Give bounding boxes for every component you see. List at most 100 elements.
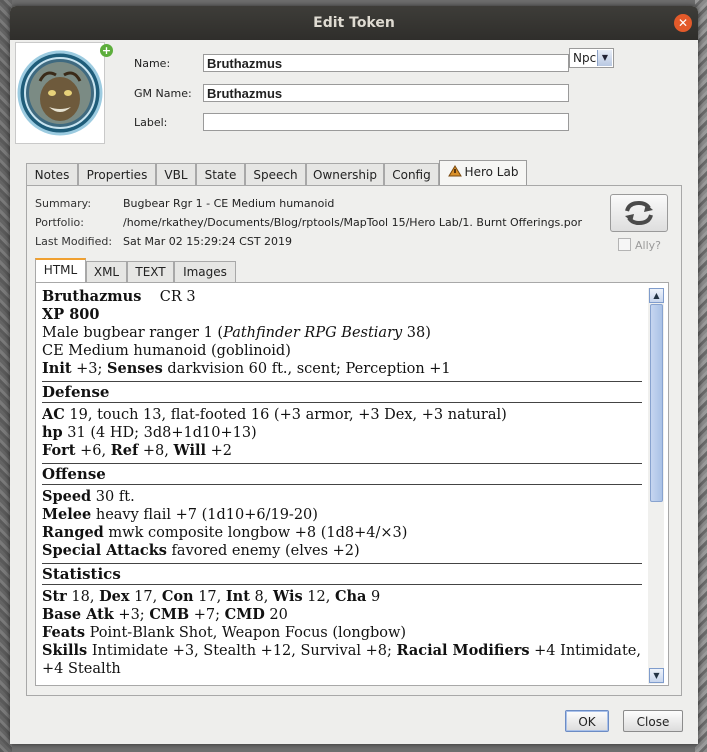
ok-button[interactable]: OK [565,710,609,732]
close-window-icon[interactable]: ✕ [674,14,692,32]
cmb-value: +7; [189,607,225,623]
token-portrait[interactable] [15,42,105,144]
token-type-select[interactable]: Npc ▼ [569,48,614,68]
portfolio-label: Portfolio: [35,216,84,229]
subtab-images[interactable]: Images [174,261,236,282]
tab-vbl[interactable]: VBL [156,163,196,185]
tab-ownership[interactable]: Ownership [306,163,384,185]
refresh-button[interactable] [610,194,668,232]
name-field[interactable]: Bruthazmus [203,54,569,72]
warning-triangle-icon [447,165,462,177]
cmd-value: 20 [264,607,288,623]
scroll-thumb[interactable] [650,304,663,502]
special-attacks-value: favored enemy (elves +2) [166,543,360,559]
refresh-arrows-icon [625,200,653,226]
scroll-up-icon[interactable]: ▲ [649,288,664,303]
tab-hero-lab[interactable]: Hero Lab [439,160,527,185]
speed-label: Speed [42,488,92,505]
subtab-text[interactable]: TEXT [127,261,174,282]
hp-value: 31 (4 HD; 3d8+1d10+13) [62,425,257,441]
statblock-init-line: Init +3; Senses darkvision 60 ft., scent… [42,360,642,378]
tab-config[interactable]: Config [384,163,439,185]
creature-name: Bruthazmus [42,288,142,305]
skills-value: Intimidate +3, Stealth +12, Survival +8; [87,643,397,659]
wis-label: Wis [272,588,303,605]
ally-label: Ally? [635,239,661,252]
tab-properties[interactable]: Properties [78,163,156,185]
name-label: Name: [134,57,171,70]
race-text: Male bugbear ranger 1 ( [42,325,224,341]
ally-checkbox-box[interactable] [618,238,631,251]
tab-hero-lab-label: Hero Lab [464,165,519,179]
subtab-html[interactable]: HTML [35,258,86,282]
statblock-scrollbar[interactable]: ▲ ▼ [648,288,664,684]
token-type-value: Npc [573,51,597,65]
tab-notes[interactable]: Notes [26,163,78,185]
creature-cr: CR 3 [159,289,196,305]
chevron-down-icon[interactable]: ▼ [597,50,612,66]
statblock-hp-line: hp 31 (4 HD; 3d8+1d10+13) [42,424,642,442]
statblock-html-view[interactable]: Bruthazmus CR 3 XP 800 Male bugbear rang… [42,288,642,684]
feats-value: Point-Blank Shot, Weapon Focus (longbow) [84,625,407,641]
last-modified-value: Sat Mar 02 15:29:24 CST 2019 [123,235,293,248]
fort-value: +6, [75,443,111,459]
will-value: +2 [206,443,232,459]
statblock-saves-line: Fort +6, Ref +8, Will +2 [42,442,642,460]
racial-modifiers-value: +4 Intimidate, [529,643,641,659]
melee-value: heavy flail +7 (1d10+6/19-20) [91,507,318,523]
ac-label: AC [42,406,65,423]
cmb-label: CMB [149,606,190,623]
statblock-ranged-line: Ranged mwk composite longbow +8 (1d8+4/×… [42,524,642,542]
title-bar: Edit Token ✕ [10,6,698,40]
ref-label: Ref [110,442,139,459]
offense-header: Offense [42,463,642,485]
defense-header: Defense [42,381,642,403]
statblock-skills-line: Skills Intimidate +3, Stealth +12, Survi… [42,642,642,660]
bab-label: Base Atk [42,606,114,623]
race-page: 38) [402,325,431,341]
ranged-value: mwk composite longbow +8 (1d8+4/×3) [103,525,408,541]
cha-value: 9 [366,589,381,605]
init-value: +3; [71,361,108,377]
close-button[interactable]: Close [623,710,683,732]
int-value: 8, [249,589,273,605]
statblock-abilities-line: Str 18, Dex 17, Con 17, Int 8, Wis 12, C… [42,588,642,606]
wis-value: 12, [302,589,335,605]
fort-label: Fort [42,442,76,459]
scroll-down-icon[interactable]: ▼ [649,668,664,683]
statistics-header: Statistics [42,563,642,585]
gm-name-label: GM Name: [134,87,192,100]
statblock-skills-continued: +4 Stealth [42,661,121,677]
tab-speech[interactable]: Speech [245,163,306,185]
str-label: Str [42,588,67,605]
subtab-xml[interactable]: XML [86,261,127,282]
statblock-name-line: Bruthazmus CR 3 [42,288,642,306]
gm-name-field[interactable]: Bruthazmus [203,84,569,102]
feats-label: Feats [42,624,85,641]
cha-label: Cha [334,588,367,605]
statblock-xp-line: XP 800 [42,306,642,324]
statblock-speed-line: Speed 30 ft. [42,488,642,506]
ranged-label: Ranged [42,524,104,541]
cmd-label: CMD [224,606,265,623]
con-value: 17, [193,589,226,605]
dex-label: Dex [99,588,130,605]
ally-checkbox[interactable]: Ally? [618,238,661,252]
token-image-icon [17,50,103,136]
add-image-plus-icon[interactable]: + [100,44,113,57]
tab-state[interactable]: State [196,163,245,185]
summary-label: Summary: [35,197,92,210]
dialog-title: Edit Token [313,15,395,31]
bab-value: +3; [113,607,150,623]
skills-label: Skills [42,642,88,659]
portfolio-value: /home/rkathey/Documents/Blog/rptools/Map… [123,216,583,229]
str-value: 18, [66,589,100,605]
statblock-race-line: Male bugbear ranger 1 (Pathfinder RPG Be… [42,324,642,342]
creature-xp: XP 800 [42,306,100,323]
statblock-melee-line: Melee heavy flail +7 (1d10+6/19-20) [42,506,642,524]
label-field[interactable] [203,113,569,131]
statblock-special-line: Special Attacks favored enemy (elves +2) [42,542,642,560]
ac-value: 19, touch 13, flat-footed 16 (+3 armor, … [64,407,507,423]
con-label: Con [161,588,194,605]
racial-modifiers-label: Racial Modifiers [396,642,530,659]
